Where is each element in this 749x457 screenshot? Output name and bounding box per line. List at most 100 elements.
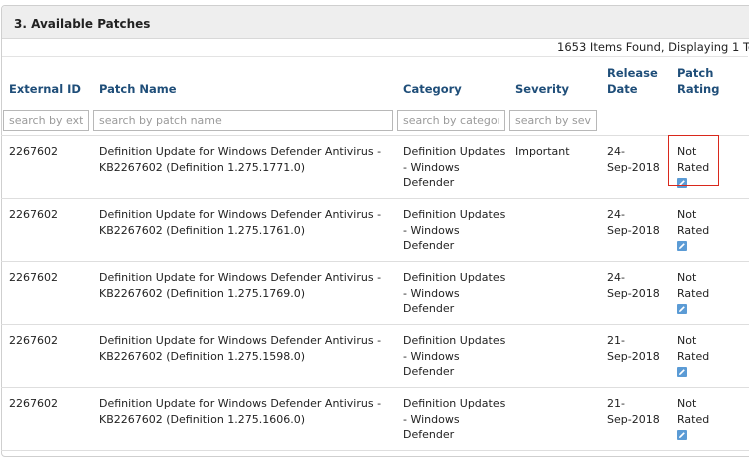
column-header-category[interactable]: Category xyxy=(395,57,507,105)
patch-name-cell[interactable]: Definition Update for Windows Defender A… xyxy=(91,261,395,325)
edit-icon[interactable] xyxy=(677,367,687,377)
severity-cell xyxy=(507,261,599,325)
release-label: Release xyxy=(607,66,658,80)
rating-line-2: Rated xyxy=(677,412,710,426)
column-header-release-date[interactable]: Release Date xyxy=(599,57,669,105)
category-line-3: Defender xyxy=(403,302,455,315)
rating-line-1: Not xyxy=(677,271,697,284)
category-cell: Definition Updates - Windows Defender xyxy=(395,135,507,199)
rating-line-1: Not xyxy=(677,334,697,347)
table-row[interactable]: 2267602 Definition Update for Windows Def… xyxy=(1,387,749,451)
rating-line-2: Rated xyxy=(677,286,710,300)
rating-line-2: Rated xyxy=(677,223,710,237)
category-line-1: Definition Updates xyxy=(403,397,506,410)
rating-label: Rating xyxy=(677,82,720,96)
external-id-search-input[interactable] xyxy=(3,109,89,131)
date-line-1: 24- xyxy=(607,208,625,221)
patches-table: External ID Patch Name Category Severity… xyxy=(1,57,749,451)
patch-name-line-1: Definition Update for Windows Defender A… xyxy=(99,334,382,347)
release-date-cell: 24- Sep-2018 xyxy=(599,261,669,325)
patch-rating-cell: Not Rated xyxy=(669,387,749,451)
patch-rating-cell: Not Rated xyxy=(669,198,749,262)
category-line-2: - Windows xyxy=(403,160,460,174)
category-search-input[interactable] xyxy=(397,109,505,131)
patch-name-search-input[interactable] xyxy=(93,109,393,131)
edit-icon[interactable] xyxy=(677,241,687,251)
rating-line-1: Not xyxy=(677,145,697,158)
panel-title: 3. Available Patches xyxy=(2,6,749,39)
column-header-patch-name[interactable]: Patch Name xyxy=(91,57,395,105)
table-row[interactable]: 2267602 Definition Update for Windows Def… xyxy=(1,198,749,262)
table-row[interactable]: 2267602 Definition Update for Windows Def… xyxy=(1,324,749,388)
category-line-1: Definition Updates xyxy=(403,271,506,284)
severity-cell xyxy=(507,198,599,262)
category-line-2: - Windows xyxy=(403,412,460,426)
date-line-1: 24- xyxy=(607,145,625,158)
external-id-cell: 2267602 xyxy=(1,261,91,325)
category-cell: Definition Updates - Windows Defender xyxy=(395,324,507,388)
patch-name-line-1: Definition Update for Windows Defender A… xyxy=(99,397,382,410)
rating-line-1: Not xyxy=(677,397,697,410)
date-line-2: Sep-2018 xyxy=(607,160,660,174)
rating-line-1: Not xyxy=(677,208,697,221)
date-line-2: Sep-2018 xyxy=(607,223,660,237)
date-line-2: Sep-2018 xyxy=(607,286,660,300)
date-line-1: 24- xyxy=(607,271,625,284)
category-line-3: Defender xyxy=(403,239,455,252)
edit-icon[interactable] xyxy=(677,430,687,440)
items-count: 1653 Items Found, Displaying 1 To 20 xyxy=(557,40,749,54)
category-line-2: - Windows xyxy=(403,349,460,363)
edit-icon[interactable] xyxy=(677,304,687,314)
category-cell: Definition Updates - Windows Defender xyxy=(395,261,507,325)
release-date-cell: 24- Sep-2018 xyxy=(599,135,669,199)
patch-name-line-1: Definition Update for Windows Defender A… xyxy=(99,271,382,284)
column-header-patch-rating[interactable]: Patch Rating xyxy=(669,57,749,105)
severity-search-input[interactable] xyxy=(509,109,597,131)
rating-line-2: Rated xyxy=(677,160,710,174)
date-line-2: Sep-2018 xyxy=(607,349,660,363)
category-line-1: Definition Updates xyxy=(403,334,506,347)
filter-row xyxy=(1,105,749,136)
patch-rating-cell: Not Rated xyxy=(669,261,749,325)
category-line-2: - Windows xyxy=(403,223,460,237)
patch-name-cell[interactable]: Definition Update for Windows Defender A… xyxy=(91,198,395,262)
release-date-cell: 24- Sep-2018 xyxy=(599,198,669,262)
external-id-cell: 2267602 xyxy=(1,324,91,388)
patch-name-line-2: KB2267602 (Definition 1.275.1769.0) xyxy=(99,286,306,300)
date-line-1: 21- xyxy=(607,334,625,347)
category-line-1: Definition Updates xyxy=(403,145,506,158)
table-row[interactable]: 2267602 Definition Update for Windows Def… xyxy=(1,135,749,199)
category-cell: Definition Updates - Windows Defender xyxy=(395,198,507,262)
category-line-3: Defender xyxy=(403,176,455,189)
patch-name-line-1: Definition Update for Windows Defender A… xyxy=(99,145,382,158)
severity-cell: Important xyxy=(507,135,599,199)
date-line-2: Sep-2018 xyxy=(607,412,660,426)
patch-name-line-2: KB2267602 (Definition 1.275.1606.0) xyxy=(99,412,306,426)
patch-name-cell[interactable]: Definition Update for Windows Defender A… xyxy=(91,387,395,451)
column-header-external-id[interactable]: External ID xyxy=(1,57,91,105)
patch-name-line-1: Definition Update for Windows Defender A… xyxy=(99,208,382,221)
external-id-cell: 2267602 xyxy=(1,135,91,199)
category-line-3: Defender xyxy=(403,365,455,378)
patch-name-line-2: KB2267602 (Definition 1.275.1761.0) xyxy=(99,223,306,237)
category-line-2: - Windows xyxy=(403,286,460,300)
external-id-cell: 2267602 xyxy=(1,387,91,451)
external-id-cell: 2267602 xyxy=(1,198,91,262)
patch-rating-cell: Not Rated xyxy=(669,135,749,199)
date-label: Date xyxy=(607,82,638,96)
table-header-row: External ID Patch Name Category Severity… xyxy=(1,57,749,105)
patch-name-line-2: KB2267602 (Definition 1.275.1598.0) xyxy=(99,349,306,363)
patch-name-cell[interactable]: Definition Update for Windows Defender A… xyxy=(91,135,395,199)
category-line-1: Definition Updates xyxy=(403,208,506,221)
table-row[interactable]: 2267602 Definition Update for Windows Def… xyxy=(1,261,749,325)
patch-name-cell[interactable]: Definition Update for Windows Defender A… xyxy=(91,324,395,388)
column-header-severity[interactable]: Severity xyxy=(507,57,599,105)
patch-name-line-2: KB2267602 (Definition 1.275.1771.0) xyxy=(99,160,306,174)
category-cell: Definition Updates - Windows Defender xyxy=(395,387,507,451)
release-date-cell: 21- Sep-2018 xyxy=(599,387,669,451)
rating-line-2: Rated xyxy=(677,349,710,363)
release-date-cell: 21- Sep-2018 xyxy=(599,324,669,388)
date-line-1: 21- xyxy=(607,397,625,410)
edit-icon[interactable] xyxy=(677,178,687,188)
patch-label: Patch xyxy=(677,66,714,80)
